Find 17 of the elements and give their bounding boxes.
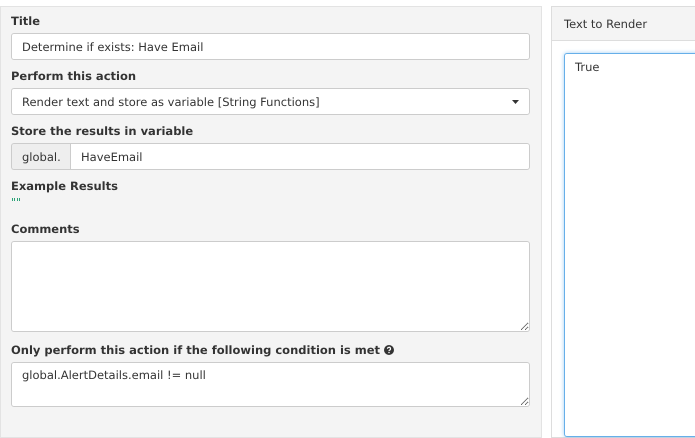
help-icon[interactable] bbox=[384, 345, 394, 355]
action-dropdown[interactable]: Render text and store as variable [String Functions] bbox=[11, 88, 530, 115]
field-label: Comments bbox=[11, 222, 80, 236]
panel-title: Text to Render bbox=[564, 16, 648, 30]
field-label: Only perform this action if the following condition is met bbox=[11, 343, 380, 357]
title-input[interactable]: Determine if exists: Have Email bbox=[11, 33, 530, 60]
variable-prefix: global. bbox=[11, 143, 70, 170]
render-text-field[interactable]: True bbox=[564, 53, 695, 437]
comments-field[interactable] bbox=[11, 241, 530, 332]
caret-icon bbox=[512, 100, 519, 104]
field-label: Example Results bbox=[11, 179, 118, 193]
variable-input[interactable]: HaveEmail bbox=[70, 143, 530, 170]
example-result: "" bbox=[11, 197, 22, 209]
field-label: Store the results in variable bbox=[11, 124, 194, 138]
condition-field[interactable]: global.AlertDetails.email != null bbox=[11, 362, 530, 407]
field-label: Title bbox=[11, 14, 40, 28]
field-label: Perform this action bbox=[11, 69, 136, 83]
